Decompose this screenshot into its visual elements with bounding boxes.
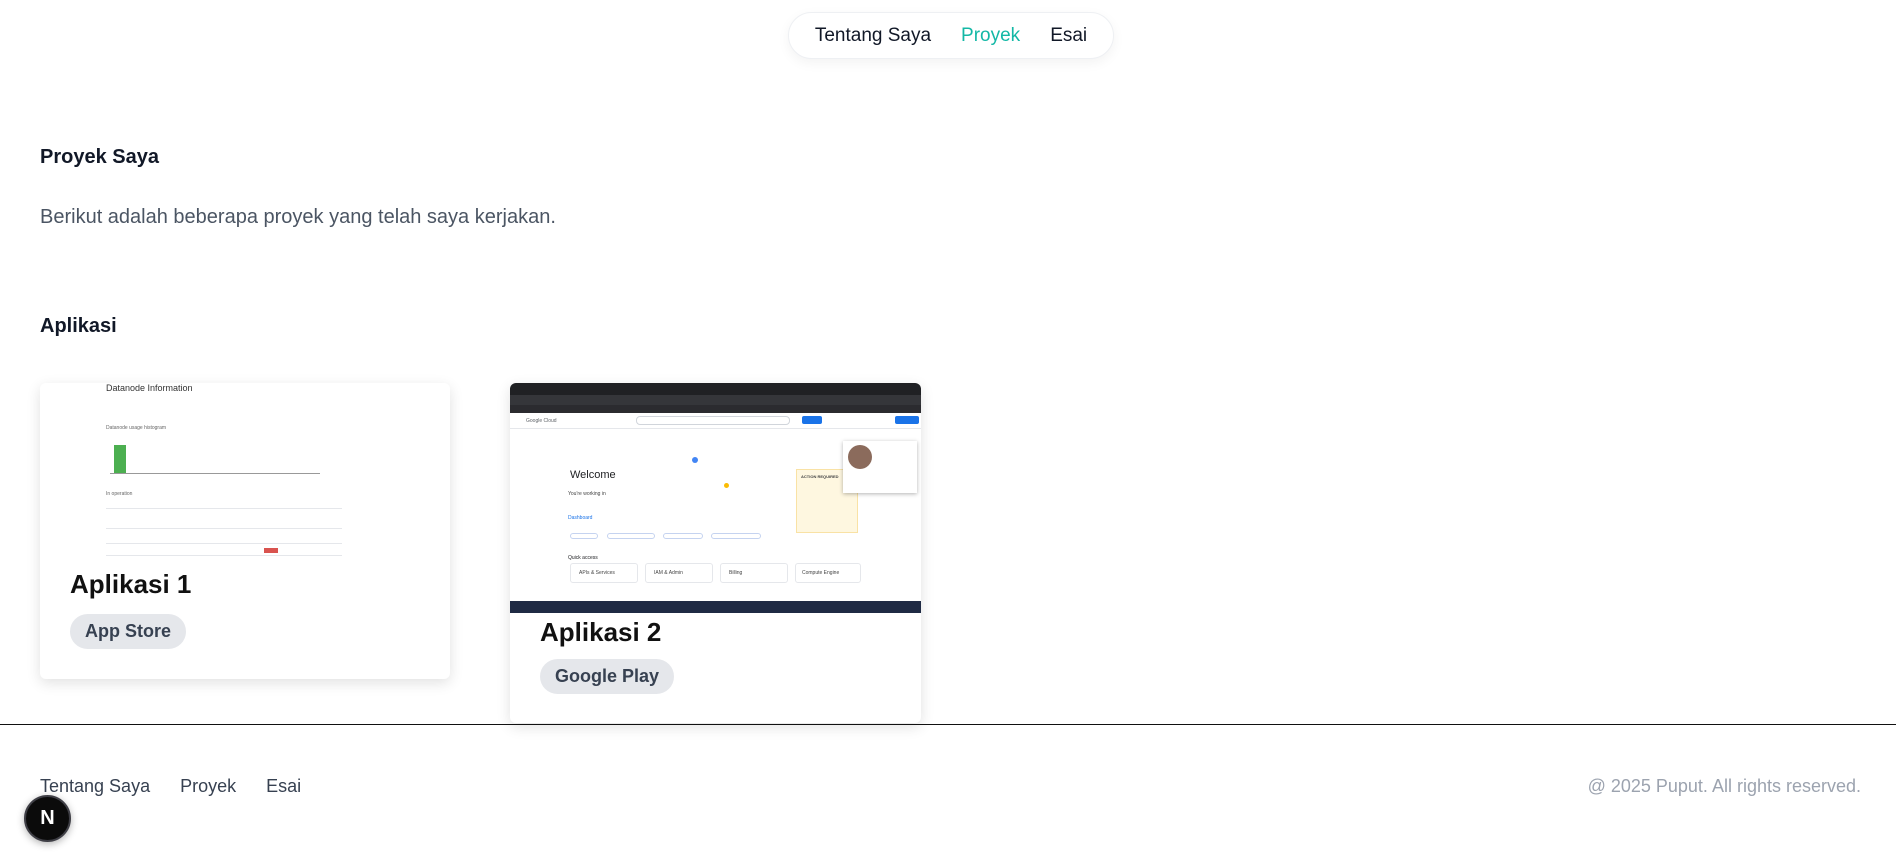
footer-divider — [0, 724, 1896, 725]
thumb-browser-bookmarks — [510, 405, 921, 413]
footer-nav: Tentang Saya Proyek Esai — [40, 776, 301, 797]
google-play-badge[interactable]: Google Play — [540, 659, 675, 694]
thumb-table-line — [106, 543, 342, 544]
thumb-working-in: You're working in — [568, 491, 606, 497]
nav-link-proyek[interactable]: Proyek — [961, 25, 1020, 47]
thumb-search-button — [802, 416, 822, 424]
thumb-chip — [570, 533, 598, 539]
thumb-histogram-bar — [114, 445, 126, 473]
project-card-1[interactable]: Datanode Information Datanode usage hist… — [40, 383, 450, 679]
thumb-brand: Google Cloud — [526, 418, 557, 424]
footer-link-proyek[interactable]: Proyek — [180, 776, 236, 797]
thumb-tile: APIs & Services — [570, 563, 638, 583]
thumb-status-red — [264, 548, 278, 553]
app-store-badge[interactable]: App Store — [70, 614, 187, 649]
thumb-histogram-label: Datanode usage histogram — [106, 425, 167, 431]
nav-link-esai[interactable]: Esai — [1050, 25, 1087, 47]
footer-link-tentang-saya[interactable]: Tentang Saya — [40, 776, 150, 797]
thumb-search — [636, 416, 790, 425]
thumb-dot-yellow — [724, 483, 729, 488]
footer-link-esai[interactable]: Esai — [266, 776, 301, 797]
thumb-table-line — [106, 528, 342, 529]
thumb-dashboard-link: Dashboard — [568, 515, 593, 521]
card-title-1: Aplikasi 1 — [70, 569, 192, 599]
thumb-chip — [607, 533, 655, 539]
thumb-welcome: Welcome — [570, 469, 616, 481]
thumb-tile: Compute Engine — [795, 563, 861, 583]
thumb-tile: IAM & Admin — [645, 563, 713, 583]
thumb-avatar — [848, 445, 872, 469]
thumb-quick-access: Quick access — [568, 555, 598, 561]
page-intro: Berikut adalah beberapa proyek yang tela… — [40, 206, 556, 228]
thumb-browser-urlbar — [510, 395, 921, 405]
project-card-2[interactable]: Google Cloud Welcome You're working in D… — [510, 383, 921, 723]
section-title-aplikasi: Aplikasi — [40, 315, 117, 337]
thumb-dot-blue — [692, 457, 698, 463]
copyright-text: @ 2025 Puput. All rights reserved. — [1587, 776, 1861, 796]
thumb-chip — [663, 533, 703, 539]
project-thumbnail-2: Google Cloud Welcome You're working in D… — [510, 383, 921, 613]
thumb-tile: Billing — [720, 563, 788, 583]
thumb-trial-button — [895, 416, 919, 424]
thumb-title: Datanode Information — [106, 383, 193, 393]
top-nav: Tentang Saya Proyek Esai — [788, 12, 1114, 59]
nav-link-tentang-saya[interactable]: Tentang Saya — [815, 25, 931, 47]
thumb-histogram-axis — [110, 473, 320, 474]
thumb-taskbar — [510, 601, 921, 613]
thumb-operation-label: In operation — [106, 491, 133, 497]
page-heading: Proyek Saya — [40, 146, 159, 168]
thumb-browser-tabbar — [510, 383, 921, 395]
card-title-2: Aplikasi 2 — [540, 617, 662, 647]
project-thumbnail-1: Datanode Information Datanode usage hist… — [40, 383, 450, 571]
nextjs-dev-badge[interactable]: N — [24, 795, 71, 842]
thumb-table-line — [106, 555, 342, 556]
thumb-chip — [711, 533, 761, 539]
thumb-table-line — [106, 508, 342, 509]
